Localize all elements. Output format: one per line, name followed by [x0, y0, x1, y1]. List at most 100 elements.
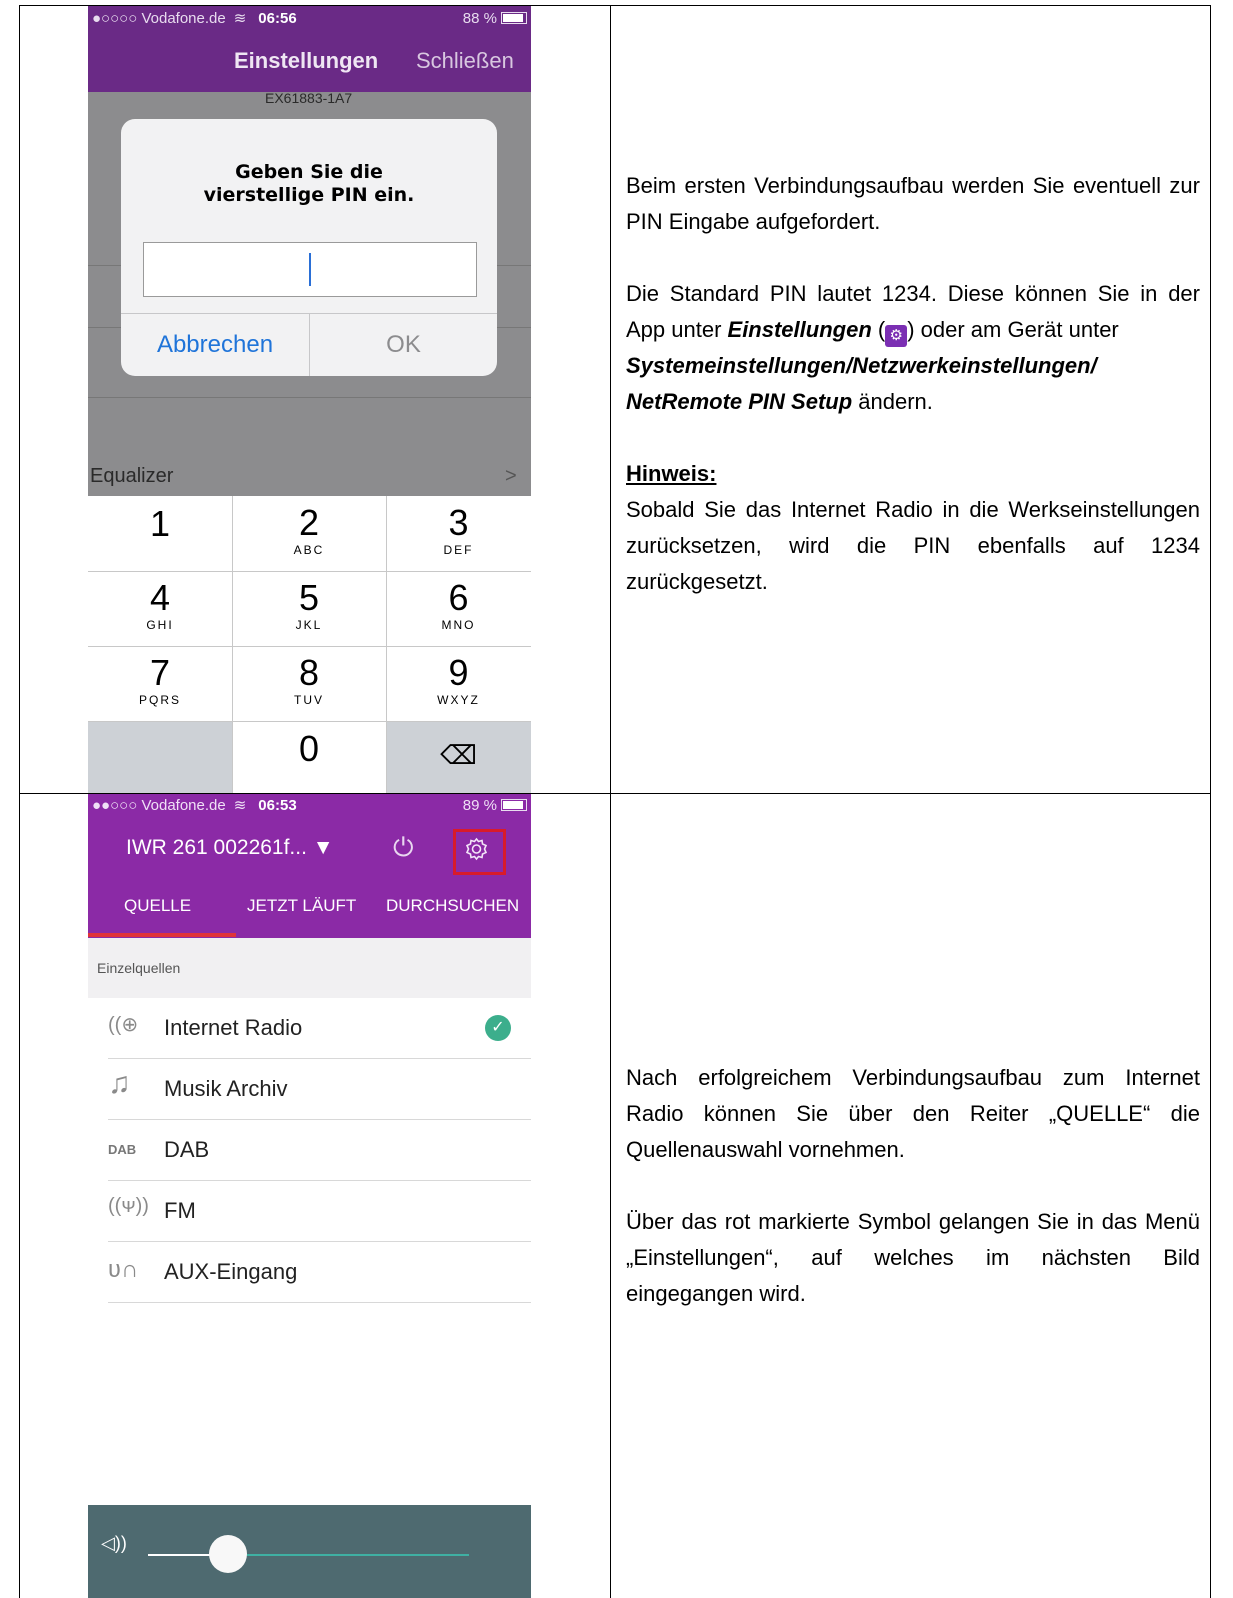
volume-bar: ◁))	[88, 1505, 531, 1598]
chevron-right-icon: >	[505, 465, 517, 487]
source-internet-radio[interactable]: ((⊕ Internet Radio ✓	[88, 998, 531, 1059]
key-digit: 4	[149, 577, 171, 618]
fm-antenna-icon: ((ᴪ))	[108, 1195, 149, 1217]
clock-label-2: 06:53	[258, 796, 297, 814]
delete-icon: ⌫	[440, 740, 477, 770]
speaker-icon: ◁))	[101, 1533, 127, 1553]
battery-icon	[501, 12, 527, 24]
section-header: Einzelquellen	[88, 938, 531, 998]
device-selector[interactable]: IWR 261 002261f... ▼	[126, 836, 334, 860]
source-label: Musik Archiv	[164, 1076, 288, 1101]
keypad-key-1[interactable]: 1	[88, 496, 232, 571]
ok-button[interactable]: OK	[310, 313, 497, 376]
keypad-key-6[interactable]: 6 MNO	[386, 571, 531, 646]
cancel-button[interactable]: Abbrechen	[121, 313, 309, 376]
power-icon[interactable]: ⏻	[393, 832, 414, 864]
key-letters: WXYZ	[437, 693, 480, 707]
key-letters: JKL	[295, 618, 323, 632]
keypad-key-7[interactable]: 7 PQRS	[88, 646, 232, 721]
pin-dialog: Geben Sie die vierstellige PIN ein. Abbr…	[121, 119, 497, 376]
carrier-label: ●○○○○ Vodafone.de	[92, 9, 226, 27]
source-label: FM	[164, 1198, 196, 1223]
key-digit: 8	[298, 652, 320, 693]
gear-icon	[465, 837, 488, 861]
active-tab-indicator	[88, 933, 236, 937]
battery-icon	[501, 799, 527, 811]
key-digit: 5	[298, 577, 320, 618]
source-dab[interactable]: DAB DAB	[88, 1120, 531, 1181]
paragraph-standard-pin: Die Standard PIN lautet 1234. Diese könn…	[626, 276, 1200, 348]
instruction-text-2: Nach erfolgreichem Verbindungsaufbau zum…	[626, 1060, 1200, 1312]
settings-term: Einstellungen	[727, 317, 872, 342]
wifi-icon: ≋	[233, 797, 247, 814]
key-digit: 7	[149, 652, 171, 693]
volume-track-empty	[228, 1554, 469, 1556]
wifi-icon: ≋	[233, 10, 247, 27]
equalizer-row[interactable]: Equalizer >	[88, 454, 531, 496]
key-letters: GHI	[146, 618, 174, 632]
carrier-label-2: ●●○○○ Vodafone.de	[92, 796, 226, 814]
paragraph-menu-path: Systemeinstellungen/Netzwerkeinstellunge…	[626, 353, 1097, 414]
source-musik-archiv[interactable]: ♫ Musik Archiv	[88, 1059, 531, 1120]
source-fm[interactable]: ((ᴪ)) FM	[88, 1181, 531, 1242]
keypad-key-8[interactable]: 8 TUV	[232, 646, 386, 721]
nav-title: Einstellungen	[234, 48, 379, 73]
status-bar-2: ●●○○○ Vodafone.de ≋ 06:53 89 %	[88, 794, 531, 816]
key-letters: ABC	[293, 543, 325, 557]
key-letters: PQRS	[138, 693, 181, 707]
aux-plug-icon: ʋ∩	[108, 1256, 139, 1283]
source-label: AUX-Eingang	[164, 1259, 298, 1284]
key-letters: DEF	[443, 543, 474, 557]
table-border-right	[1210, 5, 1211, 1598]
paragraph-pin-prompt: Beim ersten Verbindungsaufbau werden Sie…	[626, 173, 1200, 234]
device-id-label: EX61883-1A7	[265, 90, 353, 106]
source-aux[interactable]: ʋ∩ AUX-Eingang	[88, 1242, 531, 1303]
key-digit: 3	[448, 502, 469, 543]
keypad-key-0[interactable]: 0	[232, 721, 386, 793]
key-letters: TUV	[294, 693, 324, 707]
source-label: DAB	[164, 1137, 210, 1162]
keypad-key-3[interactable]: 3 DEF	[386, 496, 531, 571]
selected-check-icon: ✓	[485, 1015, 511, 1041]
paragraph-source-tab: Nach erfolgreichem Verbindungsaufbau zum…	[626, 1065, 1200, 1162]
settings-button[interactable]	[453, 829, 506, 875]
status-bar: ●○○○○ Vodafone.de ≋ 06:56 88 %	[88, 6, 531, 30]
key-digit: 0	[298, 728, 320, 769]
source-label: Internet Radio	[164, 1015, 303, 1040]
tab-jetzt-laeuft[interactable]: JETZT LÄUFT	[247, 896, 356, 916]
music-note-icon: ♫	[108, 1067, 131, 1100]
paragraph-settings-symbol: Über das rot markierte Symbol gelangen S…	[626, 1209, 1200, 1306]
tab-quelle[interactable]: QUELLE	[124, 896, 191, 916]
numeric-keypad: 1 2 ABC 3 DEF 4 GHI 5 JKL 6 MNO 7 PQRS 8 TUV 9 WXYZ 0 ⌫	[88, 496, 531, 793]
instruction-text-1: Beim ersten Verbindungsaufbau werden Sie…	[626, 168, 1200, 600]
table-column-divider	[610, 5, 611, 1598]
equalizer-label: Equalizer	[90, 465, 174, 487]
battery-indicator: 88 %	[463, 10, 527, 27]
volume-slider-knob[interactable]	[209, 1535, 248, 1573]
pin-input[interactable]	[143, 242, 477, 297]
close-button[interactable]: Schließen	[416, 48, 514, 74]
key-digit: 6	[448, 577, 469, 618]
tab-durchsuchen[interactable]: DURCHSUCHEN	[386, 896, 519, 916]
clock-label: 06:56	[258, 9, 297, 27]
internet-radio-icon: ((⊕	[108, 1014, 139, 1036]
nav-bar: Einstellungen Schließen	[88, 30, 531, 92]
keypad-key-9[interactable]: 9 WXYZ	[386, 646, 531, 721]
key-digit: 9	[448, 652, 469, 693]
key-digit: 2	[298, 502, 320, 543]
blank-key	[88, 721, 232, 793]
key-digit: 1	[149, 503, 171, 544]
app-header: IWR 261 002261f... ▼ ⏻ QUELLE JETZT LÄUF…	[88, 816, 531, 938]
dab-icon: DAB	[108, 1142, 137, 1157]
hint-heading: Hinweis:	[626, 461, 717, 486]
backspace-key[interactable]: ⌫	[386, 721, 531, 793]
keypad-key-5[interactable]: 5 JKL	[232, 571, 386, 646]
hint-text: Sobald Sie das Internet Radio in die Wer…	[626, 497, 1200, 594]
battery-indicator-2: 89 %	[463, 797, 527, 814]
table-border-left	[19, 5, 20, 1598]
dialog-title: Geben Sie die vierstellige PIN ein.	[203, 161, 415, 206]
keypad-key-4[interactable]: 4 GHI	[88, 571, 232, 646]
keypad-key-2[interactable]: 2 ABC	[232, 496, 386, 571]
gear-icon: ⚙	[885, 325, 908, 347]
text-caret	[309, 253, 311, 286]
